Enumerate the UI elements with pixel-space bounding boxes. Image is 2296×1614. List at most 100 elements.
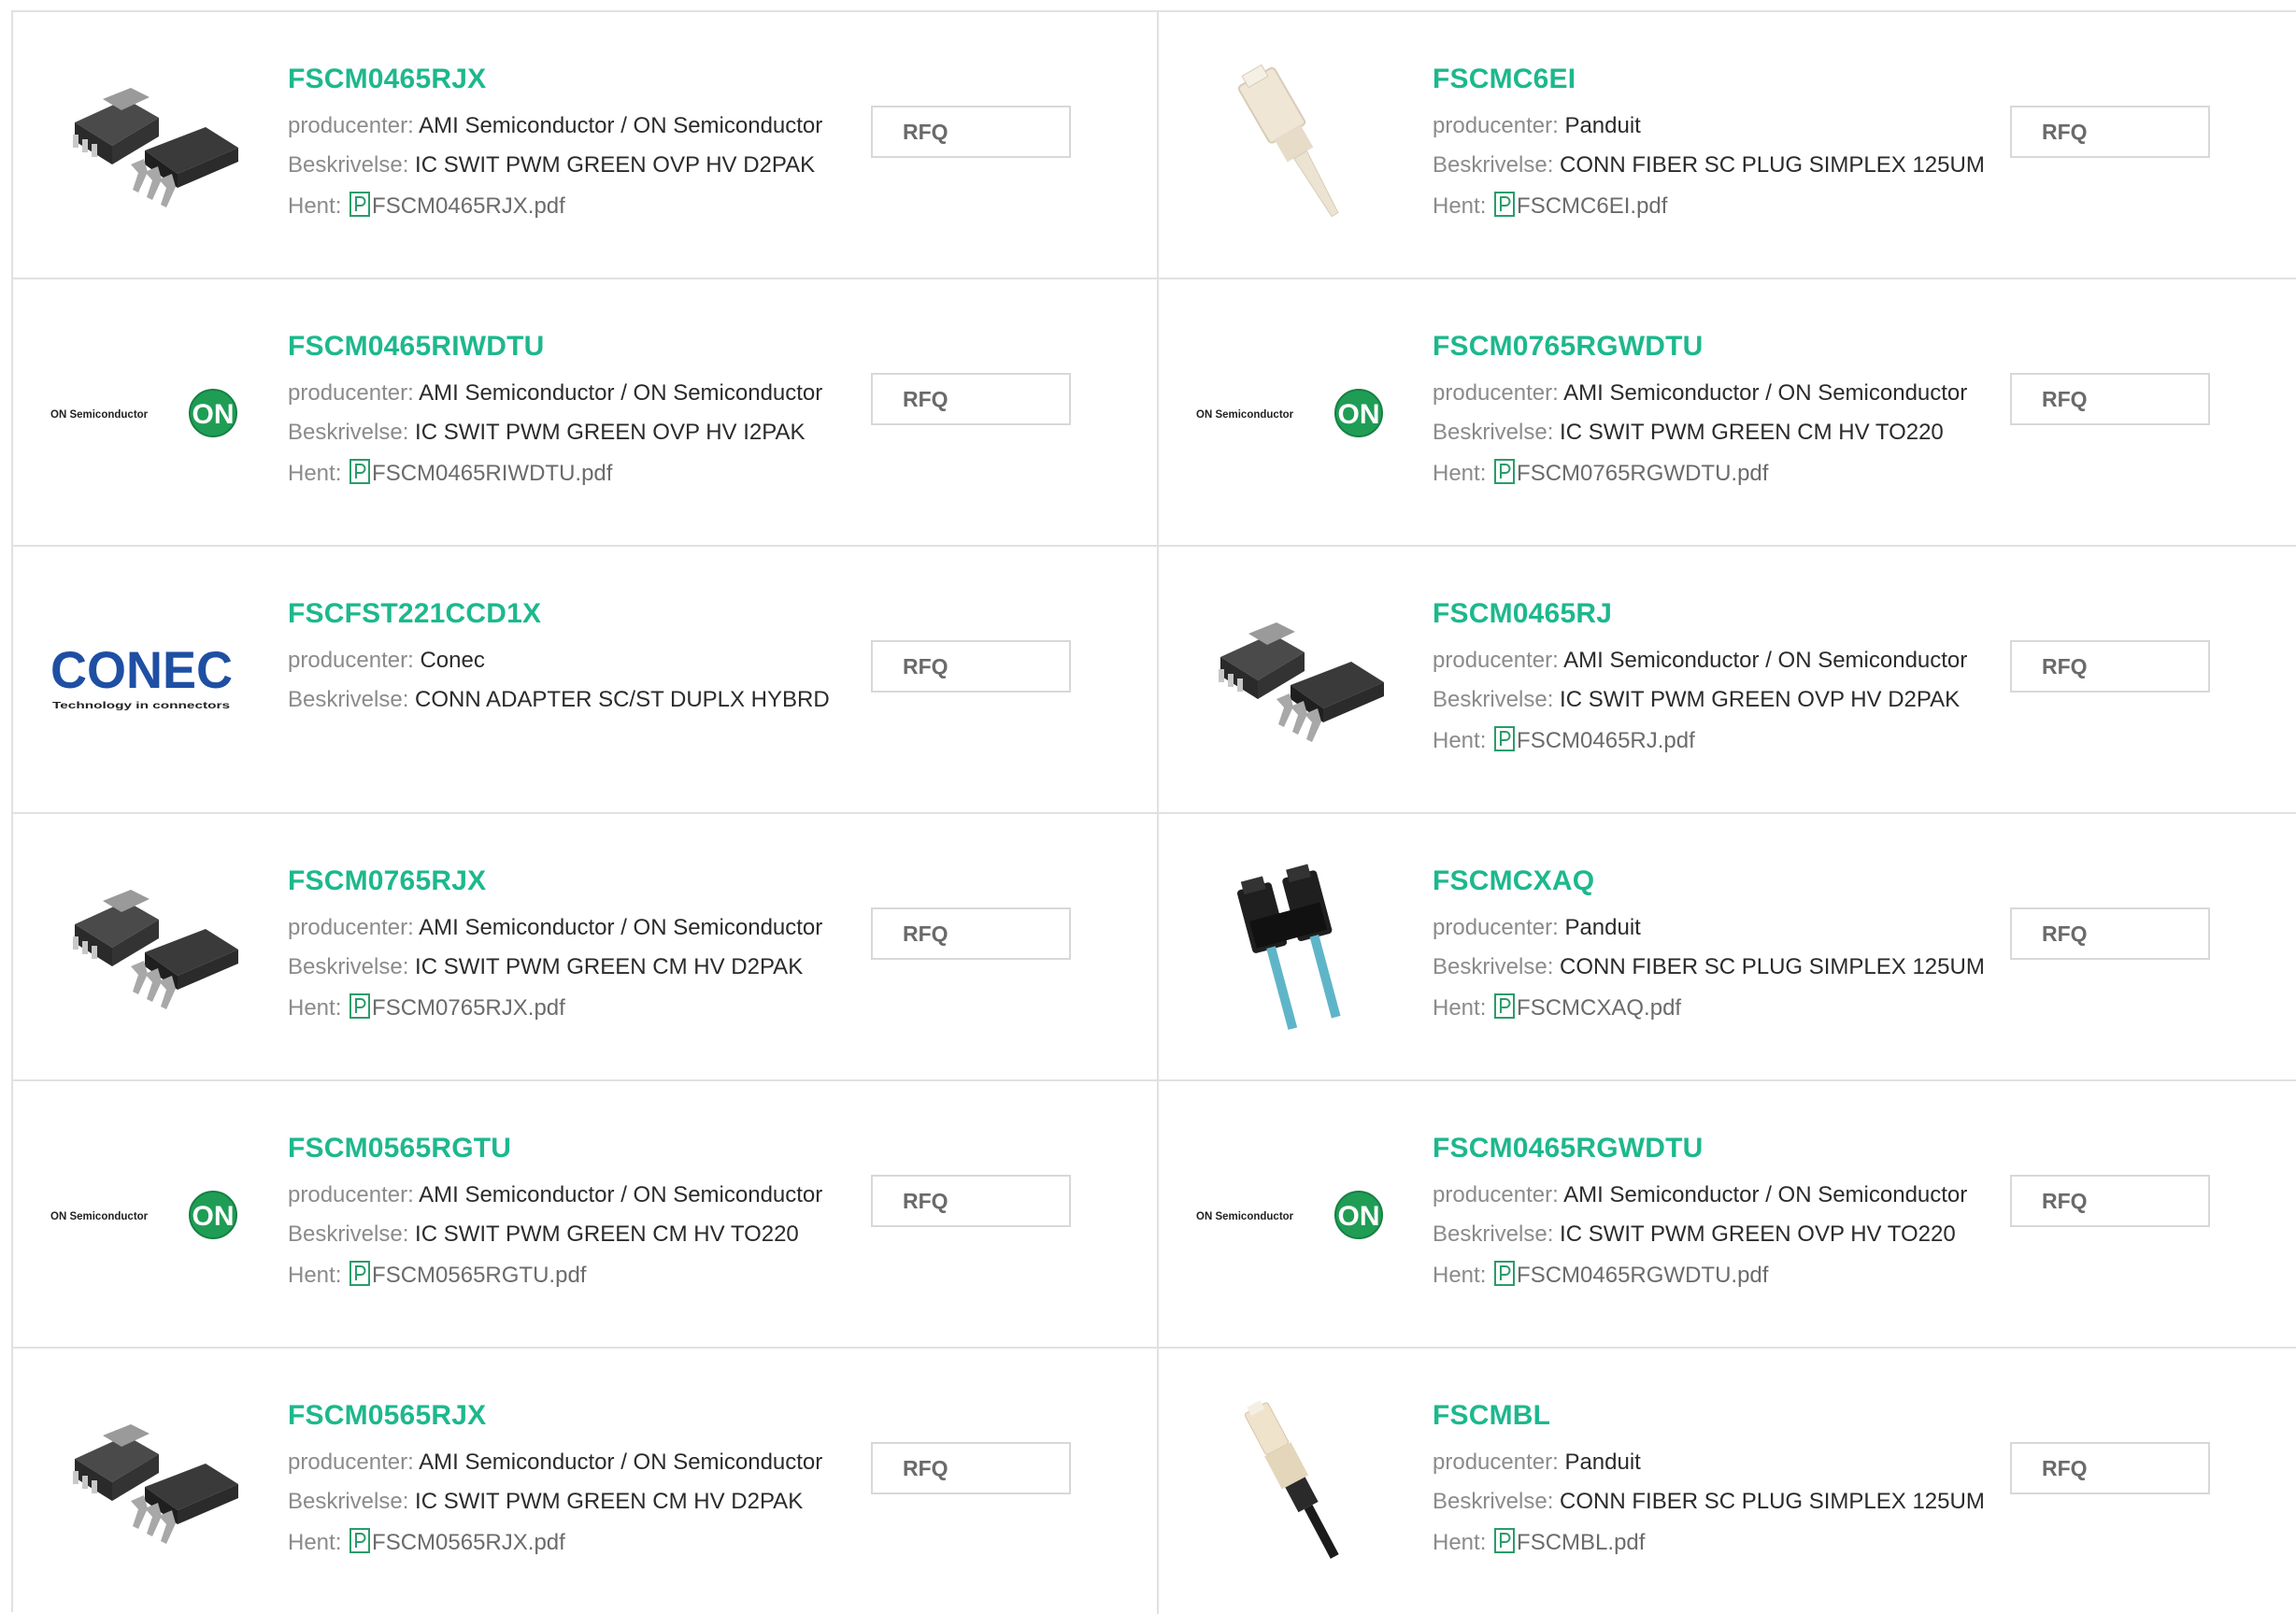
manufacturer-label: producenter: <box>1433 1182 1559 1207</box>
on-semiconductor-logo[interactable]: ON Semiconductor ON <box>50 317 249 509</box>
pdf-icon[interactable] <box>348 1528 372 1555</box>
manufacturer-row: producenter: AMI Semiconductor / ON Semi… <box>288 380 822 407</box>
datasheet-link[interactable]: FSCMC6EI.pdf <box>1517 193 1667 219</box>
pdf-icon[interactable] <box>348 459 372 486</box>
datasheet-link[interactable]: FSCM0565RGTU.pdf <box>372 1263 586 1288</box>
part-number-link[interactable]: FSCMC6EI <box>1433 64 1576 95</box>
pdf-icon[interactable] <box>1492 726 1517 753</box>
manufacturer-label: producenter: <box>288 915 414 940</box>
download-row: Hent: FSCM0565RGTU.pdf <box>288 1261 586 1289</box>
description-row: Beskrivelse: CONN FIBER SC PLUG SIMPLEX … <box>1433 954 1985 980</box>
description-value: CONN FIBER SC PLUG SIMPLEX 125UM <box>1560 152 1985 178</box>
fiber-plug-black-icon[interactable] <box>1196 1386 1394 1578</box>
d2pak-chip-icon[interactable] <box>50 1386 249 1578</box>
description-value: CONN FIBER SC PLUG SIMPLEX 125UM <box>1560 1489 1985 1514</box>
datasheet-link[interactable]: FSCM0465RIWDTU.pdf <box>372 461 612 486</box>
svg-text:Technology in connectors: Technology in connectors <box>52 701 231 711</box>
d2pak-chip-icon[interactable] <box>50 851 249 1044</box>
part-number-link[interactable]: FSCMCXAQ <box>1433 865 1594 897</box>
product-grid: FSCM0465RJX producenter: AMI Semiconducto… <box>11 10 2296 1614</box>
description-value: CONN FIBER SC PLUG SIMPLEX 125UM <box>1560 954 1985 979</box>
rfq-button[interactable]: RFQ <box>871 1175 1071 1227</box>
description-label: Beskrivelse: <box>288 420 409 445</box>
product-card: FSCMC6EI producenter: Panduit Beskrivelse:… <box>1159 12 2296 279</box>
download-row: Hent: FSCM0565RJX.pdf <box>288 1528 565 1556</box>
rfq-button[interactable]: RFQ <box>871 106 1071 158</box>
description-label: Beskrivelse: <box>1433 420 1554 445</box>
on-semiconductor-logo[interactable]: ON Semiconductor ON <box>50 1119 249 1311</box>
rfq-button[interactable]: RFQ <box>871 373 1071 425</box>
part-number-link[interactable]: FSCM0565RGTU <box>288 1133 511 1164</box>
part-number-link[interactable]: FSCM0765RJX <box>288 865 486 897</box>
rfq-button[interactable]: RFQ <box>2010 1175 2210 1227</box>
svg-text:ON: ON <box>1338 1201 1380 1232</box>
description-value: IC SWIT PWM GREEN OVP HV D2PAK <box>415 152 816 178</box>
datasheet-link[interactable]: FSCM0765RGWDTU.pdf <box>1517 461 1768 486</box>
manufacturer-value: AMI Semiconductor / ON Semiconductor <box>1563 1182 1968 1207</box>
description-row: Beskrivelse: IC SWIT PWM GREEN CM HV TO2… <box>1433 420 1944 446</box>
rfq-button[interactable]: RFQ <box>2010 907 2210 960</box>
pdf-icon[interactable] <box>348 993 372 1021</box>
part-number-link[interactable]: FSCFST221CCD1X <box>288 598 541 630</box>
part-number-link[interactable]: FSCM0465RGWDTU <box>1433 1133 1704 1164</box>
pdf-icon[interactable] <box>348 1261 372 1288</box>
product-card: FSCMBL producenter: Panduit Beskrivelse: C… <box>1159 1349 2296 1614</box>
rfq-button[interactable]: RFQ <box>871 907 1071 960</box>
conec-logo[interactable]: CONEC Technology in connectors <box>50 584 249 777</box>
pdf-icon[interactable] <box>1492 459 1517 486</box>
manufacturer-label: producenter: <box>1433 1450 1559 1475</box>
manufacturer-label: producenter: <box>288 113 414 138</box>
part-number-link[interactable]: FSCM0465RIWDTU <box>288 331 545 363</box>
description-row: Beskrivelse: CONN FIBER SC PLUG SIMPLEX … <box>1433 1489 1985 1515</box>
on-semiconductor-logo[interactable]: ON Semiconductor ON <box>1196 1119 1394 1311</box>
rfq-button[interactable]: RFQ <box>871 640 1071 693</box>
rfq-button[interactable]: RFQ <box>871 1442 1071 1494</box>
pdf-icon[interactable] <box>1492 993 1517 1021</box>
product-card: ON Semiconductor ON FSCM0465RIWDTU produc… <box>13 279 1159 547</box>
datasheet-link[interactable]: FSCM0465RJ.pdf <box>1517 728 1695 753</box>
part-number-link[interactable]: FSCMBL <box>1433 1400 1550 1432</box>
download-label: Hent: <box>1433 728 1487 753</box>
rfq-button[interactable]: RFQ <box>2010 640 2210 693</box>
part-number-link[interactable]: FSCM0765RGWDTU <box>1433 331 1704 363</box>
rfq-button[interactable]: RFQ <box>2010 106 2210 158</box>
d2pak-chip-icon[interactable] <box>1196 584 1394 777</box>
pdf-icon[interactable] <box>1492 1261 1517 1288</box>
part-number-link[interactable]: FSCM0465RJ <box>1433 598 1612 630</box>
svg-text:ON: ON <box>193 1201 235 1232</box>
description-label: Beskrivelse: <box>288 152 409 178</box>
datasheet-link[interactable]: FSCMBL.pdf <box>1517 1530 1645 1555</box>
description-row: Beskrivelse: CONN FIBER SC PLUG SIMPLEX … <box>1433 152 1985 179</box>
part-number-link[interactable]: FSCM0465RJX <box>288 64 486 95</box>
on-semiconductor-logo[interactable]: ON Semiconductor ON <box>1196 317 1394 509</box>
manufacturer-row: producenter: Panduit <box>1433 1450 1641 1476</box>
description-row: Beskrivelse: IC SWIT PWM GREEN OVP HV D2… <box>288 152 815 179</box>
datasheet-link[interactable]: FSCM0465RJX.pdf <box>372 193 565 219</box>
datasheet-link[interactable]: FSCM0465RGWDTU.pdf <box>1517 1263 1768 1288</box>
datasheet-link[interactable]: FSCM0765RJX.pdf <box>372 995 565 1021</box>
download-row: Hent: FSCMC6EI.pdf <box>1433 192 1667 220</box>
datasheet-link[interactable]: FSCM0565RJX.pdf <box>372 1530 565 1555</box>
description-label: Beskrivelse: <box>288 1221 409 1247</box>
pdf-icon[interactable] <box>348 192 372 219</box>
download-label: Hent: <box>1433 193 1487 219</box>
rfq-button[interactable]: RFQ <box>2010 1442 2210 1494</box>
download-row: Hent: FSCM0465RIWDTU.pdf <box>288 459 612 487</box>
d2pak-chip-icon[interactable] <box>50 50 249 242</box>
pdf-icon[interactable] <box>1492 192 1517 219</box>
svg-text:CONEC: CONEC <box>50 643 233 699</box>
pdf-icon[interactable] <box>1492 1528 1517 1555</box>
svg-text:ON Semiconductor: ON Semiconductor <box>50 1211 149 1222</box>
product-card: FSCMCXAQ producenter: Panduit Beskrivelse:… <box>1159 814 2296 1081</box>
manufacturer-row: producenter: AMI Semiconductor / ON Semi… <box>288 1450 822 1476</box>
fiber-plug-icon[interactable] <box>1196 50 1394 242</box>
download-row: Hent: FSCMCXAQ.pdf <box>1433 993 1681 1021</box>
manufacturer-value: AMI Semiconductor / ON Semiconductor <box>419 1450 823 1475</box>
manufacturer-row: producenter: AMI Semiconductor / ON Semi… <box>1433 648 1967 674</box>
duplex-fiber-icon[interactable] <box>1196 851 1394 1044</box>
rfq-button[interactable]: RFQ <box>2010 373 2210 425</box>
manufacturer-label: producenter: <box>1433 380 1559 406</box>
description-value: IC SWIT PWM GREEN CM HV TO220 <box>1560 420 1944 445</box>
part-number-link[interactable]: FSCM0565RJX <box>288 1400 486 1432</box>
datasheet-link[interactable]: FSCMCXAQ.pdf <box>1517 995 1681 1021</box>
